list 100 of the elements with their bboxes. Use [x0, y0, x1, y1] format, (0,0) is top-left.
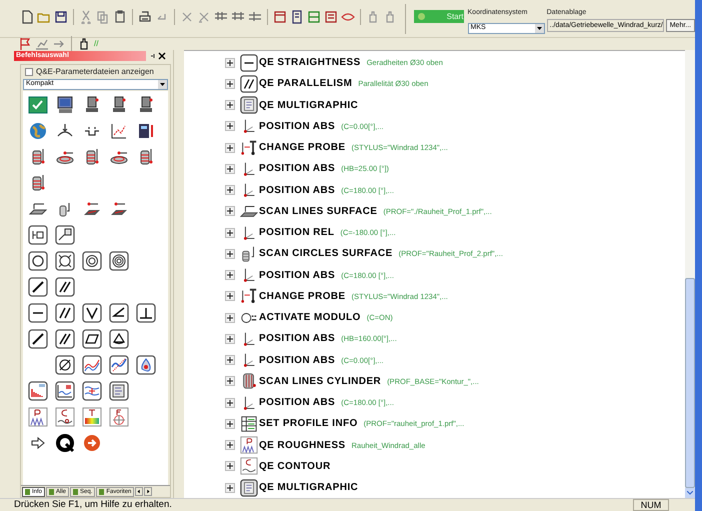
perpendicular-icon[interactable] — [136, 303, 156, 323]
gradient-icon[interactable] — [82, 407, 102, 427]
expand-icon[interactable] — [225, 121, 235, 132]
command-label[interactable]: SCAN LINES SURFACE — [259, 204, 378, 219]
profile-table-icon — [240, 414, 258, 433]
command-label[interactable]: SET PROFILE INFO — [259, 416, 358, 432]
vertical-scrollbar[interactable] — [685, 50, 695, 498]
command-label[interactable]: QE CONTOUR — [259, 458, 331, 474]
toolbar-label: // — [94, 39, 98, 49]
contour-icon — [240, 457, 258, 476]
table-icon[interactable] — [307, 10, 321, 24]
scroll-left-icon[interactable] — [135, 487, 144, 496]
vee-icon[interactable] — [82, 303, 102, 323]
command-label[interactable]: POSITION ABS — [259, 352, 336, 368]
save-icon[interactable] — [54, 10, 68, 24]
expand-icon[interactable] — [225, 164, 235, 174]
status-message: Drücken Sie F1, um Hilfe zu erhalten. — [13, 498, 173, 511]
globe-icon[interactable] — [28, 121, 48, 141]
checkbox[interactable] — [25, 68, 33, 76]
window-icon[interactable] — [273, 10, 287, 24]
dropdown-arrow-icon — [536, 27, 542, 30]
command-label[interactable]: SCAN CIRCLES SURFACE — [259, 246, 393, 262]
command-label[interactable]: POSITION ABS — [259, 161, 336, 176]
probe-icon — [240, 287, 258, 306]
bar-chart-icon[interactable] — [28, 381, 48, 401]
command-label[interactable]: QE STRAIGHTNESS — [259, 55, 361, 70]
paste-icon[interactable] — [113, 10, 127, 24]
list-icon[interactable] — [324, 10, 338, 24]
command-label[interactable]: QE MULTIGRAPHIC — [259, 480, 358, 496]
command-label[interactable]: POSITION ABS — [259, 182, 336, 198]
tolerance-icon[interactable] — [82, 381, 102, 401]
wave-icon[interactable] — [82, 355, 102, 375]
expand-icon[interactable] — [225, 100, 235, 110]
multigraphic-icon — [240, 478, 258, 497]
expand-icon[interactable] — [225, 355, 235, 366]
forward-icon[interactable] — [82, 433, 102, 453]
double-diagonal-icon[interactable] — [55, 329, 75, 349]
dropdown-arrow-icon — [160, 83, 165, 86]
command-label[interactable]: POSITION REL — [259, 225, 334, 240]
expand-icon[interactable] — [225, 398, 235, 408]
expand-icon[interactable] — [225, 291, 235, 302]
command-label[interactable]: POSITION ABS — [259, 331, 336, 346]
parallel-lines-icon — [240, 74, 258, 93]
parallelogram-icon[interactable] — [82, 329, 102, 349]
command-label[interactable]: ACTIVATE MODULO — [259, 310, 361, 326]
command-label[interactable]: POSITION ABS — [259, 118, 336, 134]
axes-icon[interactable] — [109, 121, 129, 141]
drop-icon[interactable] — [136, 355, 156, 375]
expand-icon[interactable] — [225, 334, 235, 344]
expand-icon[interactable] — [225, 248, 235, 259]
command-label[interactable]: POSITION ABS — [259, 395, 336, 410]
command-label[interactable]: QE MULTIGRAPHIC — [259, 98, 358, 113]
expand-icon[interactable] — [225, 418, 235, 429]
expand-icon[interactable] — [225, 228, 235, 238]
scroll-right-icon[interactable] — [144, 487, 152, 496]
checkbox-label: Q&E-Parameterdateien anzeigen — [36, 66, 154, 78]
check-icon[interactable] — [28, 95, 48, 115]
expand-icon[interactable] — [225, 185, 235, 196]
roughness-icon[interactable] — [28, 407, 48, 427]
multigraphic-icon — [240, 96, 258, 114]
command-label[interactable]: CHANGE PROBE — [259, 288, 346, 304]
roughness-icon — [240, 436, 258, 454]
command-label[interactable]: CHANGE PROBE — [259, 140, 346, 156]
double-diagonal-icon[interactable] — [55, 277, 75, 297]
expand-icon[interactable] — [225, 376, 235, 386]
contour-icon[interactable] — [55, 407, 75, 427]
monitor-icon[interactable] — [55, 95, 75, 115]
concentric-circles-icon[interactable] — [109, 251, 129, 271]
scroll-down-icon[interactable] — [687, 491, 693, 495]
probe-icon — [240, 138, 258, 157]
wave-icon[interactable] — [109, 355, 129, 375]
multigraphic-icon[interactable] — [109, 381, 129, 401]
expand-icon[interactable] — [225, 78, 235, 89]
grid-icon[interactable] — [248, 10, 262, 24]
flag-icon[interactable] — [18, 37, 32, 51]
new-file-icon[interactable] — [20, 10, 34, 24]
expand-icon[interactable] — [225, 142, 235, 153]
command-label[interactable]: QE ROUGHNESS — [259, 438, 346, 453]
cone-icon[interactable] — [109, 329, 129, 349]
command-label[interactable]: POSITION ABS — [259, 268, 336, 283]
num-lock-indicator: NUM — [633, 499, 669, 511]
expand-icon[interactable] — [225, 461, 235, 472]
command-label[interactable]: QE PARALLELISM — [259, 76, 352, 92]
graph-icon[interactable] — [55, 381, 75, 401]
expand-icon[interactable] — [225, 58, 235, 68]
expand-icon[interactable] — [225, 206, 235, 216]
parallel-lines-icon[interactable] — [55, 303, 75, 323]
calculator-icon[interactable] — [136, 121, 156, 141]
expand-icon[interactable] — [225, 312, 235, 323]
diameter-icon[interactable] — [55, 355, 75, 375]
expand-icon[interactable] — [225, 440, 235, 450]
document-icon[interactable] — [290, 10, 304, 24]
expand-icon[interactable] — [225, 270, 235, 280]
close-icon[interactable] — [158, 52, 166, 60]
chart-icon[interactable] — [35, 37, 49, 51]
concentric-circles-icon[interactable] — [82, 251, 102, 271]
expand-icon[interactable] — [225, 482, 235, 493]
command-label[interactable]: SCAN LINES CYLINDER — [259, 374, 382, 389]
print-icon[interactable] — [138, 10, 152, 24]
angle-icon[interactable] — [109, 303, 129, 323]
